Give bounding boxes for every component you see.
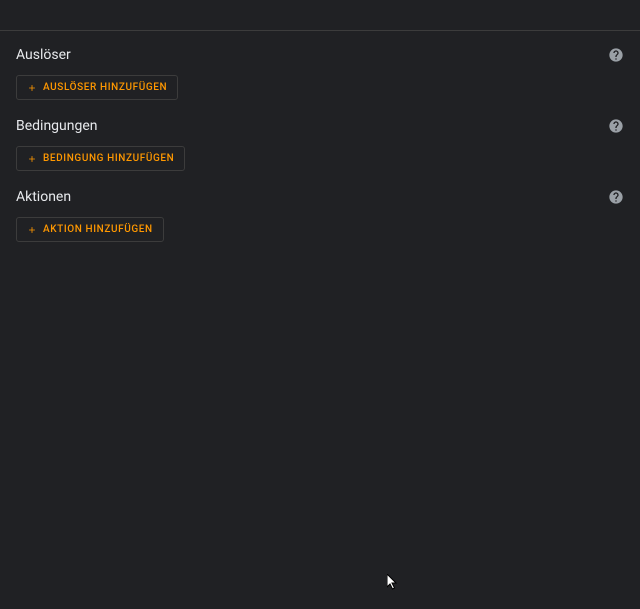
conditions-header: Bedingungen xyxy=(16,118,624,134)
actions-title: Aktionen xyxy=(16,189,71,205)
top-divider xyxy=(0,0,640,31)
conditions-title: Bedingungen xyxy=(16,118,98,134)
actions-section: Aktionen AKTION HINZUFÜGEN xyxy=(16,189,624,242)
actions-header: Aktionen xyxy=(16,189,624,205)
help-icon[interactable] xyxy=(608,118,624,134)
help-icon[interactable] xyxy=(608,189,624,205)
add-trigger-label: AUSLÖSER HINZUFÜGEN xyxy=(43,82,167,93)
triggers-header: Auslöser xyxy=(16,47,624,63)
plus-icon xyxy=(27,154,37,164)
add-trigger-button[interactable]: AUSLÖSER HINZUFÜGEN xyxy=(16,75,178,100)
triggers-title: Auslöser xyxy=(16,47,71,63)
add-condition-button[interactable]: BEDINGUNG HINZUFÜGEN xyxy=(16,146,185,171)
add-condition-label: BEDINGUNG HINZUFÜGEN xyxy=(43,153,174,164)
triggers-section: Auslöser AUSLÖSER HINZUFÜGEN xyxy=(16,47,624,100)
help-icon[interactable] xyxy=(608,47,624,63)
plus-icon xyxy=(27,225,37,235)
automation-editor: Auslöser AUSLÖSER HINZUFÜGEN Bedingungen xyxy=(0,31,640,276)
add-action-label: AKTION HINZUFÜGEN xyxy=(43,224,153,235)
conditions-section: Bedingungen BEDINGUNG HINZUFÜGEN xyxy=(16,118,624,171)
cursor-icon xyxy=(387,574,399,594)
add-action-button[interactable]: AKTION HINZUFÜGEN xyxy=(16,217,164,242)
plus-icon xyxy=(27,83,37,93)
